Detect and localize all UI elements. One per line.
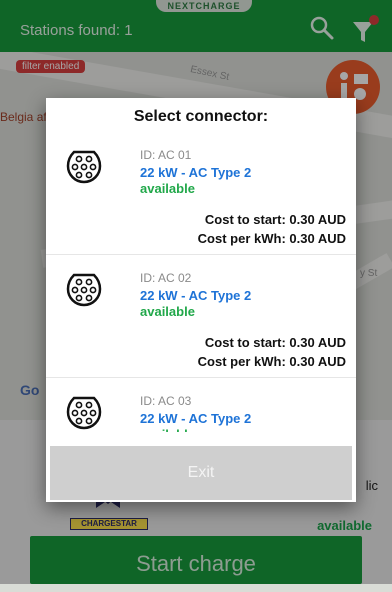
connector-status: available [140, 181, 195, 196]
cost-to-start: Cost to start: 0.30 AUD [204, 335, 346, 350]
connector-item[interactable]: ID: AC 03 22 kW - AC Type 2 available [46, 378, 356, 432]
cost-per-kwh: Cost per kWh: 0.30 AUD [197, 231, 346, 246]
type2-plug-icon [66, 150, 102, 184]
connector-item[interactable]: ID: AC 02 22 kW - AC Type 2 available Co… [46, 255, 356, 378]
exit-button[interactable]: Exit [50, 446, 352, 500]
connector-status: available [140, 427, 195, 432]
dialog-title: Select connector: [133, 108, 269, 125]
cost-to-start: Cost to start: 0.30 AUD [204, 212, 346, 227]
connector-power: 22 kW - AC Type 2 [140, 288, 252, 303]
select-connector-dialog: Select connector: ID: AC 01 22 kW - AC T… [46, 98, 356, 502]
type2-plug-icon [66, 273, 102, 307]
connector-id: ID: AC 01 [140, 148, 192, 162]
connector-power: 22 kW - AC Type 2 [140, 411, 252, 426]
connector-list[interactable]: ID: AC 01 22 kW - AC Type 2 available Co… [46, 132, 356, 432]
connector-item[interactable]: ID: AC 01 22 kW - AC Type 2 available Co… [46, 132, 356, 255]
connector-status: available [140, 304, 195, 319]
connector-id: ID: AC 03 [140, 394, 192, 408]
cost-per-kwh: Cost per kWh: 0.30 AUD [197, 354, 346, 369]
type2-plug-icon [66, 396, 102, 430]
connector-power: 22 kW - AC Type 2 [140, 165, 252, 180]
connector-id: ID: AC 02 [140, 271, 192, 285]
